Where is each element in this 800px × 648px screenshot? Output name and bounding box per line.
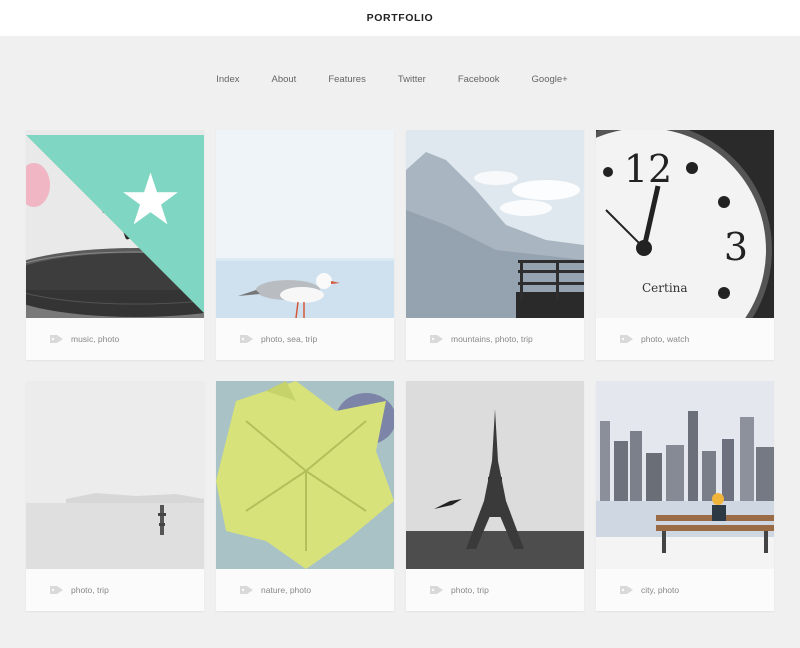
card-tags: photo, sea, trip [216,318,394,360]
card-tags: photo, trip [26,569,204,611]
portfolio-card[interactable]: photo, trip [26,381,204,611]
portfolio-card[interactable]: photo, sea, trip [216,130,394,360]
card-tags: mountains, photo, trip [406,318,584,360]
tag-icon [430,586,443,594]
tag-list[interactable]: photo, watch [641,334,689,344]
card-tags: photo, trip [406,569,584,611]
nav-link-google-plus[interactable]: Google+ [532,74,568,85]
tag-list[interactable]: mountains, photo, trip [451,334,533,344]
card-tags: photo, watch [596,318,774,360]
card-tags: city, photo [596,569,774,611]
portfolio-card[interactable]: nature, photo [216,381,394,611]
tag-list[interactable]: photo, trip [71,585,109,595]
photo-turntable[interactable]: ★ [26,130,204,318]
photo-mountains[interactable] [406,130,584,318]
tag-list[interactable]: music, photo [71,334,119,344]
portfolio-card[interactable]: city, photo [596,381,774,611]
tag-icon [50,586,63,594]
tag-list[interactable]: photo, trip [451,585,489,595]
tag-icon [620,335,633,343]
photo-leaf[interactable] [216,381,394,569]
portfolio-card[interactable]: 12 3 Certina photo, watch [596,130,774,360]
tag-icon [620,586,633,594]
tag-list[interactable]: city, photo [641,585,679,595]
card-tags: nature, photo [216,569,394,611]
photo-city-bench[interactable] [596,381,774,569]
photo-eiffel-tower[interactable] [406,381,584,569]
portfolio-card[interactable]: mountains, photo, trip [406,130,584,360]
photo-seagull[interactable] [216,130,394,318]
tag-icon [50,335,63,343]
nav-link-index[interactable]: Index [216,74,239,85]
svg-text:Certina: Certina [642,281,688,295]
tag-icon [240,586,253,594]
nav-link-facebook[interactable]: Facebook [458,74,500,85]
svg-text:★: ★ [119,158,183,241]
site-title[interactable]: PORTFOLIO [367,12,434,24]
tag-list[interactable]: photo, sea, trip [261,334,317,344]
photo-foggy-sea[interactable] [26,381,204,569]
photo-clock[interactable]: 12 3 Certina [596,130,774,318]
featured-star-icon: ★ [26,135,204,313]
tag-list[interactable]: nature, photo [261,585,311,595]
portfolio-card[interactable]: photo, trip [406,381,584,611]
svg-text:12: 12 [624,147,672,191]
top-bar: PORTFOLIO [0,0,800,36]
tag-icon [240,335,253,343]
svg-text:3: 3 [724,225,748,269]
tag-icon [430,335,443,343]
main-nav: Index About Features Twitter Facebook Go… [0,74,800,85]
card-tags: music, photo [26,318,204,360]
portfolio-card[interactable]: ★ music, photo [26,130,204,360]
nav-link-about[interactable]: About [272,74,297,85]
nav-link-twitter[interactable]: Twitter [398,74,426,85]
nav-link-features[interactable]: Features [328,74,366,85]
